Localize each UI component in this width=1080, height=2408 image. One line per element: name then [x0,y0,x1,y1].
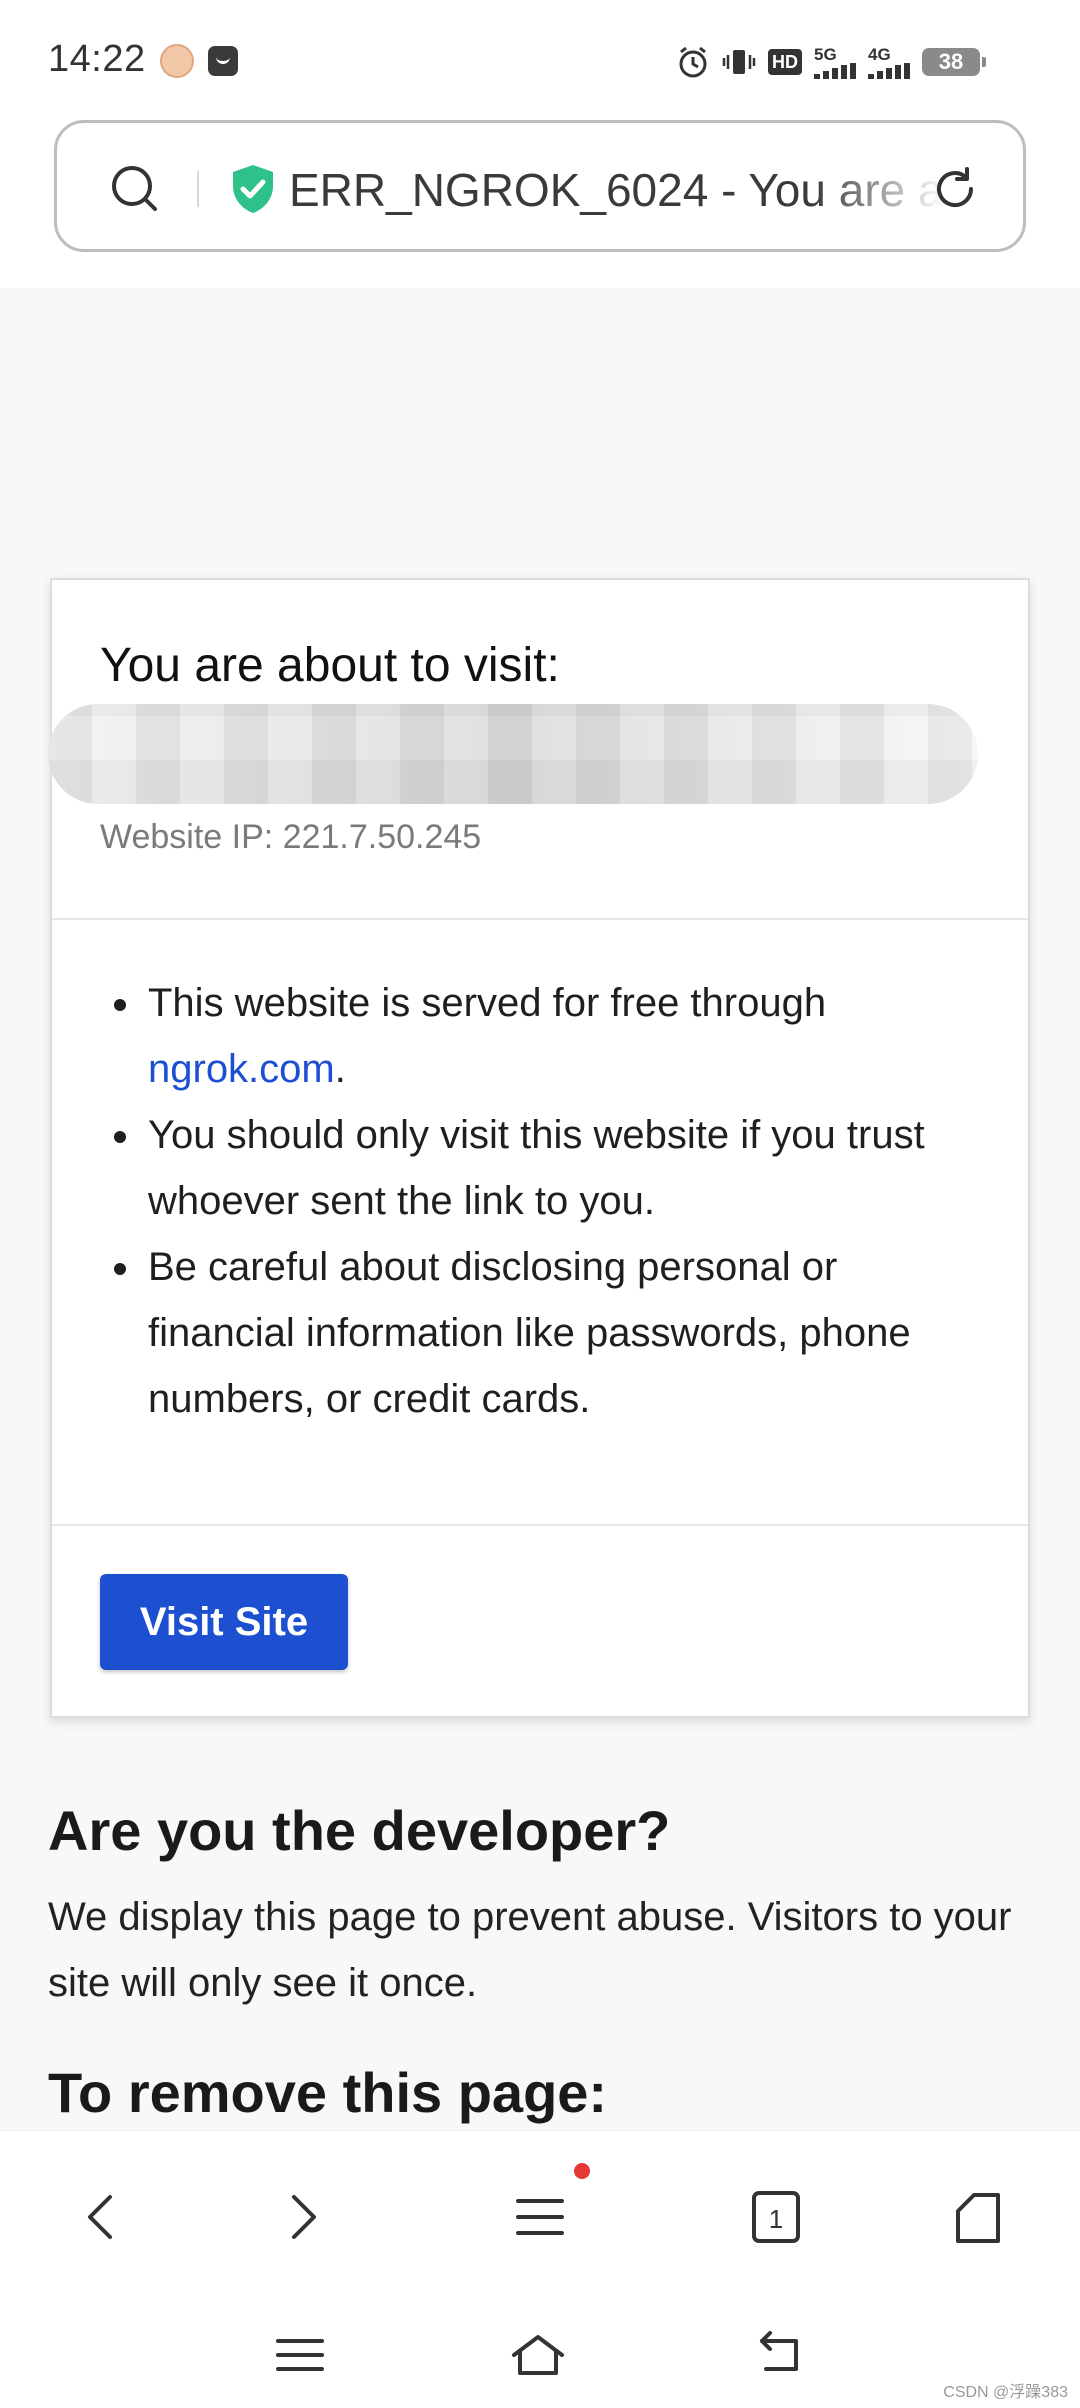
bottom-navigation: 1 CSDN @浮躁383 [0,2130,1080,2408]
hd-icon: HD [768,49,802,75]
list-item: Be careful about disclosing personal or … [100,1234,980,1432]
battery-icon: 38 [922,48,986,76]
system-home-icon[interactable] [508,2325,568,2385]
home-page-icon[interactable] [948,2187,1008,2247]
avatar-icon [160,44,194,78]
card-divider-top [52,918,1028,920]
ngrok-link[interactable]: ngrok.com [148,1047,335,1091]
watermark: CSDN @浮躁383 [943,2384,1068,2401]
message-icon [208,46,238,76]
address-bar[interactable]: ERR_NGROK_6024 - You are about to visit [54,120,1026,252]
back-icon[interactable] [72,2187,132,2247]
5g-signal-icon: 5G [814,46,856,79]
notification-dot [574,2163,590,2179]
address-text[interactable]: ERR_NGROK_6024 - You are about to visit [289,163,945,217]
address-bar-container: ERR_NGROK_6024 - You are about to visit [0,120,1080,288]
status-bar: 14:22 HD 5G 4G 38 [0,0,1080,120]
alarm-icon [676,45,710,79]
blurred-url [48,704,978,804]
remove-page-heading: To remove this page: [48,2061,608,2124]
card-title: You are about to visit: [100,639,560,692]
reload-icon[interactable] [927,161,983,217]
forward-icon[interactable] [272,2187,332,2247]
search-icon[interactable] [107,161,163,217]
tabs-icon[interactable]: 1 [746,2187,806,2247]
address-separator [197,171,199,207]
card-header: You are about to visit: Website IP: 221.… [48,580,1028,920]
list-item: You should only visit this website if yo… [100,1102,980,1234]
warning-list: This website is served for free through … [100,970,980,1432]
visit-site-button[interactable]: Visit Site [100,1574,348,1670]
system-menu-icon[interactable] [270,2325,330,2385]
card-divider-bottom [52,1524,1028,1526]
developer-text: We display this page to prevent abuse. V… [48,1895,1012,2005]
vibrate-icon [722,45,756,79]
developer-heading: Are you the developer? [48,1799,671,1862]
4g-signal-icon: 4G [868,46,910,79]
menu-icon[interactable] [510,2187,570,2247]
svg-text:1: 1 [769,2204,783,2234]
warning-card: You are about to visit: Website IP: 221.… [48,578,1030,1718]
shield-check-icon[interactable] [229,163,277,215]
system-back-icon[interactable] [752,2325,812,2385]
list-item: This website is served for free through … [100,970,980,1102]
status-icons: HD 5G 4G 38 [676,44,986,80]
status-time: 14:22 [48,38,146,80]
website-ip: Website IP: 221.7.50.245 [100,818,482,856]
